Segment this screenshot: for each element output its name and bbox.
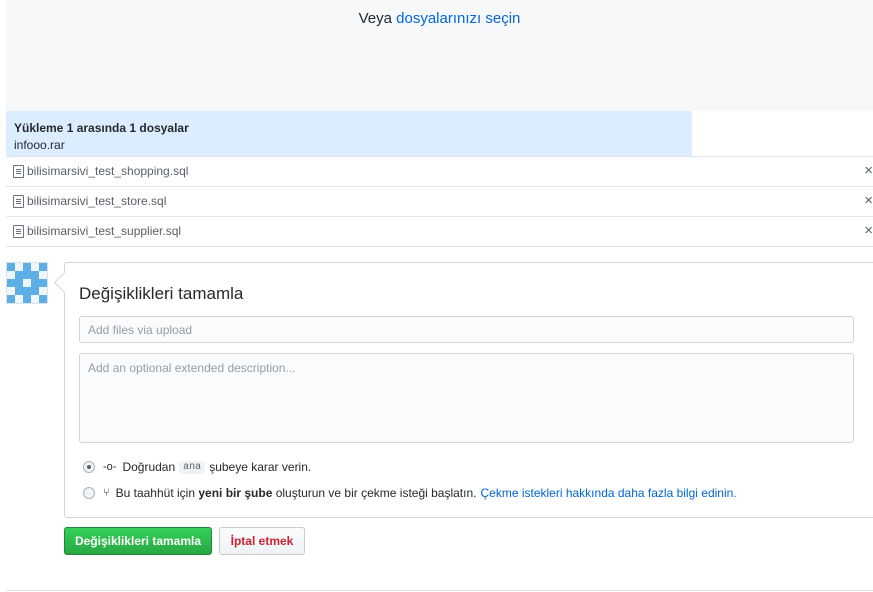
git-commit-icon: -o-	[103, 461, 117, 473]
commit-new-branch-option[interactable]: ⑂ Bu taahhüt için yeni bir şube oluşturu…	[83, 486, 737, 500]
file-row: bilisimarsivi_test_store.sql ×	[6, 187, 873, 217]
git-pull-request-icon: ⑂	[103, 487, 110, 499]
file-name: bilisimarsivi_test_supplier.sql	[27, 224, 182, 238]
commit-direct-option[interactable]: -o- Doğrudan ana şubeye karar verin.	[83, 460, 311, 474]
direct-option-text-before: Doğrudan	[122, 460, 176, 474]
commit-changes-button[interactable]: Değişiklikleri tamamla	[64, 527, 212, 555]
pull-request-help-link[interactable]: Çekme istekleri hakkında daha fazla bilg…	[480, 486, 736, 500]
divider	[6, 590, 873, 591]
upload-dropzone[interactable]: Veya dosyalarınızı seçin	[6, 0, 873, 112]
commit-description-input[interactable]	[79, 353, 854, 443]
dropzone-hint: Veya dosyalarınızı seçin	[6, 10, 873, 27]
cancel-button[interactable]: İptal etmek	[219, 527, 305, 555]
file-list: bilisimarsivi_test_shopping.sql × bilisi…	[6, 157, 873, 247]
remove-file-close-icon[interactable]: ×	[864, 162, 873, 179]
file-row: bilisimarsivi_test_supplier.sql ×	[6, 217, 873, 247]
dropzone-prefix: Veya	[358, 10, 392, 27]
commit-summary-input[interactable]	[79, 316, 854, 343]
upload-progress-bar: Yükleme 1 arasında 1 dosyalar infooo.rar	[6, 111, 692, 156]
upload-filename: infooo.rar	[14, 138, 65, 152]
direct-option-text-after: şubeye karar verin.	[209, 460, 312, 474]
choose-files-link[interactable]: dosyalarınızı seçin	[396, 10, 520, 27]
file-name: bilisimarsivi_test_store.sql	[27, 194, 167, 208]
remove-file-close-icon[interactable]: ×	[864, 222, 873, 239]
file-row: bilisimarsivi_test_shopping.sql ×	[6, 157, 873, 187]
new-branch-text-before: Bu taahhüt için	[115, 486, 195, 500]
avatar	[6, 262, 48, 304]
new-branch-bold-text: yeni bir şube	[198, 486, 273, 500]
commit-form: Değişiklikleri tamamla -o- Doğrudan ana …	[64, 262, 873, 518]
upload-progress: Yükleme 1 arasında 1 dosyalar infooo.rar	[6, 111, 873, 157]
new-branch-text-after: oluşturun ve bir çekme isteği başlatın.	[275, 486, 477, 500]
branch-name: ana	[179, 460, 206, 474]
remove-file-close-icon[interactable]: ×	[864, 192, 873, 209]
file-text-icon	[13, 165, 24, 178]
commit-title: Değişiklikleri tamamla	[79, 284, 244, 303]
file-name: bilisimarsivi_test_shopping.sql	[27, 164, 189, 178]
direct-commit-radio[interactable]	[83, 461, 95, 473]
new-branch-radio[interactable]	[83, 487, 95, 499]
upload-status: Yükleme 1 arasında 1 dosyalar	[14, 121, 189, 135]
file-text-icon	[13, 195, 24, 208]
file-text-icon	[13, 225, 24, 238]
